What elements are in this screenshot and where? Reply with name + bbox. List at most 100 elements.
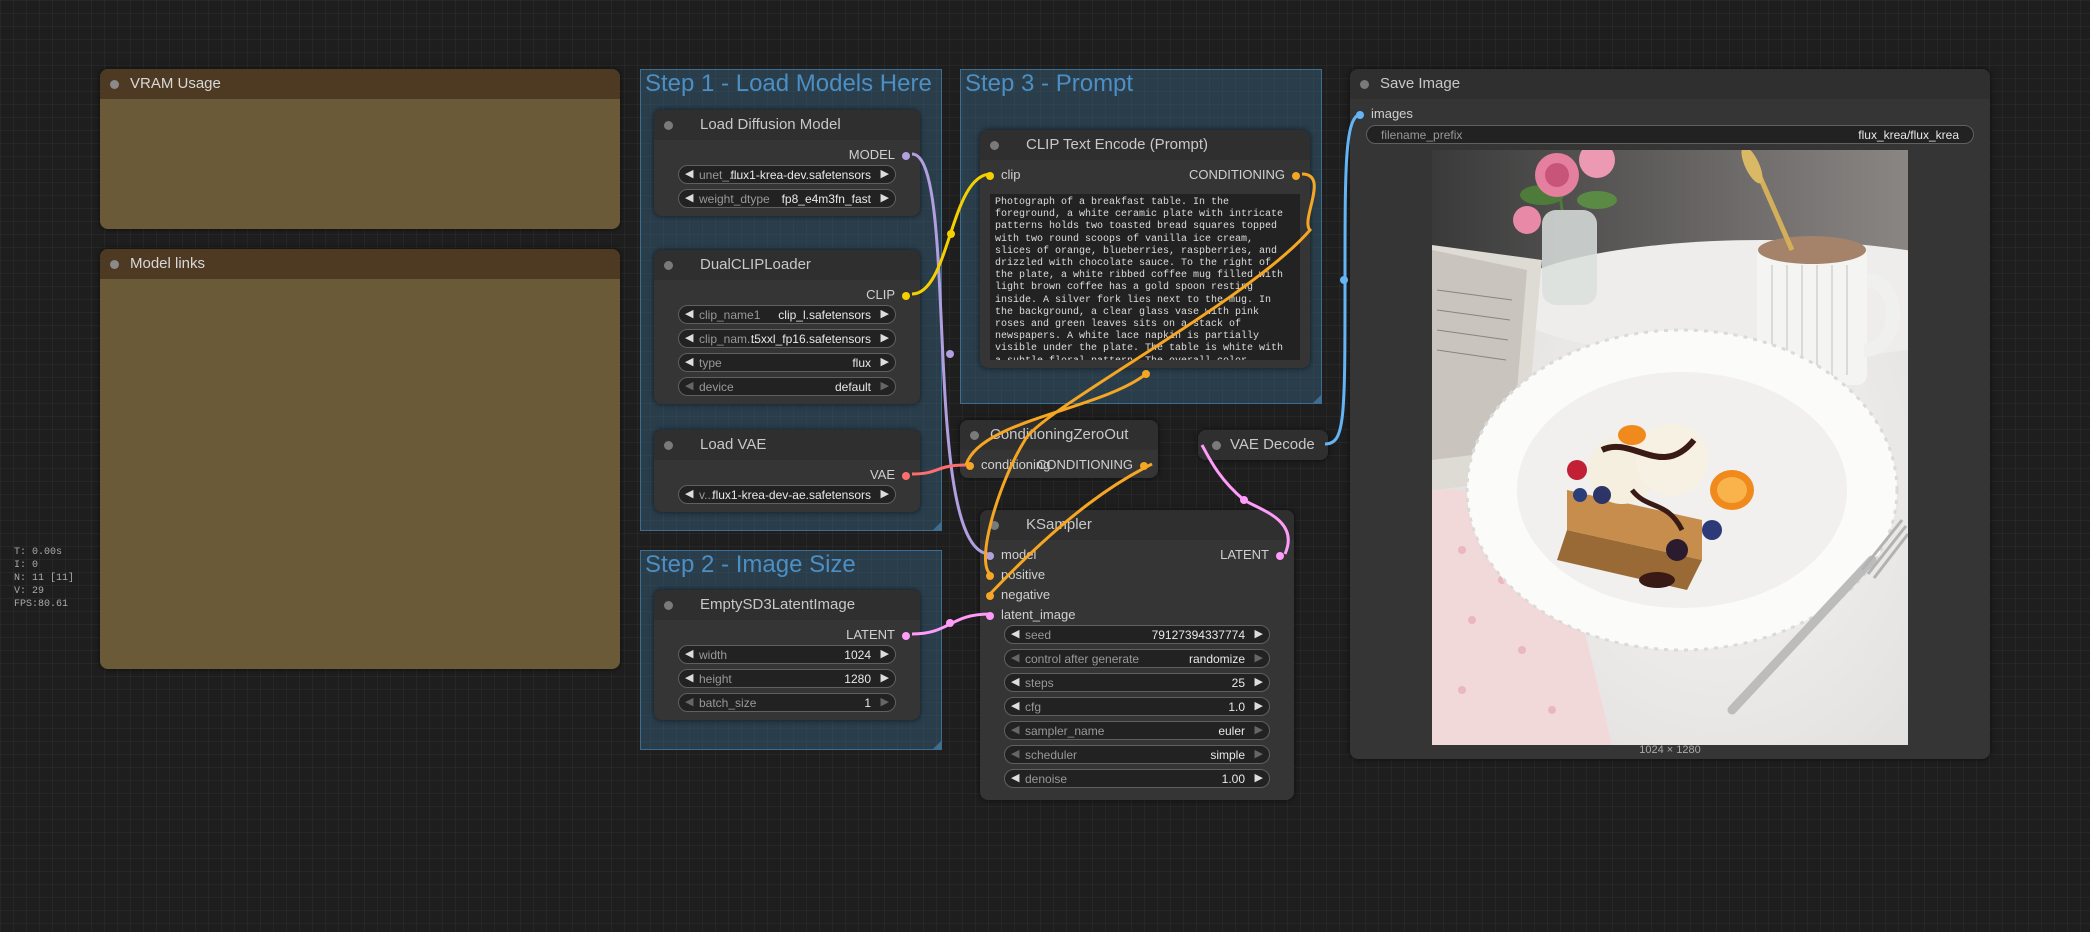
widget-control-after-generate[interactable]: ◀ control after generate randomize ▶ <box>1004 649 1270 668</box>
decrement-arrow-icon[interactable]: ◀ <box>1011 651 1019 664</box>
node-title[interactable]: ConditioningZeroOut <box>960 420 1158 450</box>
output-port-icon[interactable] <box>902 291 910 300</box>
group-step2-resize[interactable] <box>933 741 941 749</box>
node-title[interactable]: DualCLIPLoader <box>654 250 920 280</box>
collapse-dot-icon[interactable] <box>1360 80 1369 89</box>
widget-weight-dtype[interactable]: ◀ weight_dtype fp8_e4m3fn_fast ▶ <box>678 189 896 208</box>
increment-arrow-icon[interactable]: ▶ <box>881 379 889 392</box>
node-load-vae[interactable]: Load VAE VAE ◀ v... flux1-krea-dev-ae.safe… <box>654 430 920 512</box>
increment-arrow-icon[interactable]: ▶ <box>1255 627 1263 640</box>
decrement-arrow-icon[interactable]: ◀ <box>685 695 693 708</box>
node-title[interactable]: Load Diffusion Model <box>654 110 920 140</box>
widget-width[interactable]: ◀ width 1024 ▶ <box>678 645 896 664</box>
output-port-icon[interactable] <box>1276 551 1284 560</box>
node-model-links[interactable]: Model links <box>100 249 620 669</box>
output-vae[interactable]: VAE <box>870 467 910 482</box>
collapse-dot-icon[interactable] <box>664 441 673 450</box>
node-vae-decode[interactable]: VAE Decode <box>1198 430 1328 460</box>
input-latent-image[interactable]: latent_image <box>986 607 1075 622</box>
output-latent[interactable]: LATENT <box>846 627 910 642</box>
node-empty-sd3-latent-image[interactable]: EmptySD3LatentImage LATENT ◀ width 1024 ▶ ◀… <box>654 590 920 720</box>
widget-type[interactable]: ◀ type flux ▶ <box>678 353 896 372</box>
node-title[interactable]: VAE Decode <box>1198 430 1328 460</box>
collapse-dot-icon[interactable] <box>970 431 979 440</box>
node-title[interactable]: VRAM Usage <box>100 69 620 99</box>
increment-arrow-icon[interactable]: ▶ <box>1255 771 1263 784</box>
node-title[interactable]: EmptySD3LatentImage <box>654 590 920 620</box>
increment-arrow-icon[interactable]: ▶ <box>1255 723 1263 736</box>
widget-cfg[interactable]: ◀ cfg 1.0 ▶ <box>1004 697 1270 716</box>
input-port-icon[interactable] <box>1356 110 1364 119</box>
increment-arrow-icon[interactable]: ▶ <box>881 355 889 368</box>
node-conditioning-zero-out[interactable]: ConditioningZeroOut conditioning CONDITI… <box>960 420 1158 478</box>
collapse-dot-icon[interactable] <box>664 261 673 270</box>
decrement-arrow-icon[interactable]: ◀ <box>685 331 693 344</box>
decrement-arrow-icon[interactable]: ◀ <box>685 379 693 392</box>
widget-vae-name[interactable]: ◀ v... flux1-krea-dev-ae.safetensors ▶ <box>678 485 896 504</box>
widget-device[interactable]: ◀ device default ▶ <box>678 377 896 396</box>
decrement-arrow-icon[interactable]: ◀ <box>685 191 693 204</box>
widget-sampler-name[interactable]: ◀ sampler_name euler ▶ <box>1004 721 1270 740</box>
widget-scheduler[interactable]: ◀ scheduler simple ▶ <box>1004 745 1270 764</box>
node-title[interactable]: KSampler <box>980 510 1294 540</box>
collapse-dot-icon[interactable] <box>664 121 673 130</box>
node-title[interactable]: Save Image <box>1350 69 1990 99</box>
input-port-icon[interactable] <box>966 461 974 470</box>
output-port-icon[interactable] <box>902 151 910 160</box>
group-step3-resize[interactable] <box>1313 395 1321 403</box>
input-clip[interactable]: clip <box>986 167 1021 182</box>
input-port-icon[interactable] <box>986 611 994 620</box>
node-title[interactable]: Model links <box>100 249 620 279</box>
decrement-arrow-icon[interactable]: ◀ <box>685 647 693 660</box>
input-model[interactable]: model <box>986 547 1036 562</box>
increment-arrow-icon[interactable]: ▶ <box>881 695 889 708</box>
filename-prefix-field[interactable]: filename_prefix flux_krea/flux_krea <box>1366 125 1974 144</box>
node-clip-text-encode[interactable]: CLIP Text Encode (Prompt) clip CONDITION… <box>980 130 1310 368</box>
output-port-icon[interactable] <box>1140 461 1148 470</box>
increment-arrow-icon[interactable]: ▶ <box>881 191 889 204</box>
output-port-icon[interactable] <box>902 631 910 640</box>
increment-arrow-icon[interactable]: ▶ <box>881 487 889 500</box>
decrement-arrow-icon[interactable]: ◀ <box>1011 627 1019 640</box>
node-dual-clip-loader[interactable]: DualCLIPLoader CLIP ◀ clip_name1 clip_l.sa… <box>654 250 920 404</box>
node-title[interactable]: Load VAE <box>654 430 920 460</box>
increment-arrow-icon[interactable]: ▶ <box>881 307 889 320</box>
widget-seed[interactable]: ◀ seed 79127394337774 ▶ <box>1004 625 1270 644</box>
increment-arrow-icon[interactable]: ▶ <box>1255 747 1263 760</box>
generated-image-preview[interactable] <box>1432 150 1908 745</box>
increment-arrow-icon[interactable]: ▶ <box>881 167 889 180</box>
node-vram-usage[interactable]: VRAM Usage <box>100 69 620 229</box>
input-port-icon[interactable] <box>986 591 994 600</box>
prompt-textarea[interactable]: Photograph of a breakfast table. In the … <box>990 194 1300 360</box>
collapse-dot-icon[interactable] <box>1212 441 1221 450</box>
decrement-arrow-icon[interactable]: ◀ <box>685 167 693 180</box>
widget-denoise[interactable]: ◀ denoise 1.00 ▶ <box>1004 769 1270 788</box>
node-title[interactable]: CLIP Text Encode (Prompt) <box>980 130 1310 160</box>
increment-arrow-icon[interactable]: ▶ <box>881 671 889 684</box>
collapse-dot-icon[interactable] <box>110 80 119 89</box>
decrement-arrow-icon[interactable]: ◀ <box>685 671 693 684</box>
decrement-arrow-icon[interactable]: ◀ <box>1011 675 1019 688</box>
output-latent[interactable]: LATENT <box>1220 547 1284 562</box>
widget-clip-name1[interactable]: ◀ clip_name1 clip_l.safetensors ▶ <box>678 305 896 324</box>
output-clip[interactable]: CLIP <box>866 287 910 302</box>
decrement-arrow-icon[interactable]: ◀ <box>1011 723 1019 736</box>
group-step1-resize[interactable] <box>933 522 941 530</box>
widget-unet-name[interactable]: ◀ unet_... flux1-krea-dev.safetensors ▶ <box>678 165 896 184</box>
decrement-arrow-icon[interactable]: ◀ <box>1011 771 1019 784</box>
increment-arrow-icon[interactable]: ▶ <box>1255 699 1263 712</box>
decrement-arrow-icon[interactable]: ◀ <box>685 355 693 368</box>
output-port-icon[interactable] <box>1292 171 1300 180</box>
decrement-arrow-icon[interactable]: ◀ <box>1011 699 1019 712</box>
input-positive[interactable]: positive <box>986 567 1045 582</box>
collapse-dot-icon[interactable] <box>990 521 999 530</box>
increment-arrow-icon[interactable]: ▶ <box>881 331 889 344</box>
decrement-arrow-icon[interactable]: ◀ <box>685 487 693 500</box>
collapse-dot-icon[interactable] <box>990 141 999 150</box>
widget-clip-name2[interactable]: ◀ clip_nam... t5xxl_fp16.safetensors ▶ <box>678 329 896 348</box>
widget-height[interactable]: ◀ height 1280 ▶ <box>678 669 896 688</box>
increment-arrow-icon[interactable]: ▶ <box>881 647 889 660</box>
node-ksampler[interactable]: KSampler model positive negative latent_… <box>980 510 1294 800</box>
input-negative[interactable]: negative <box>986 587 1050 602</box>
decrement-arrow-icon[interactable]: ◀ <box>685 307 693 320</box>
